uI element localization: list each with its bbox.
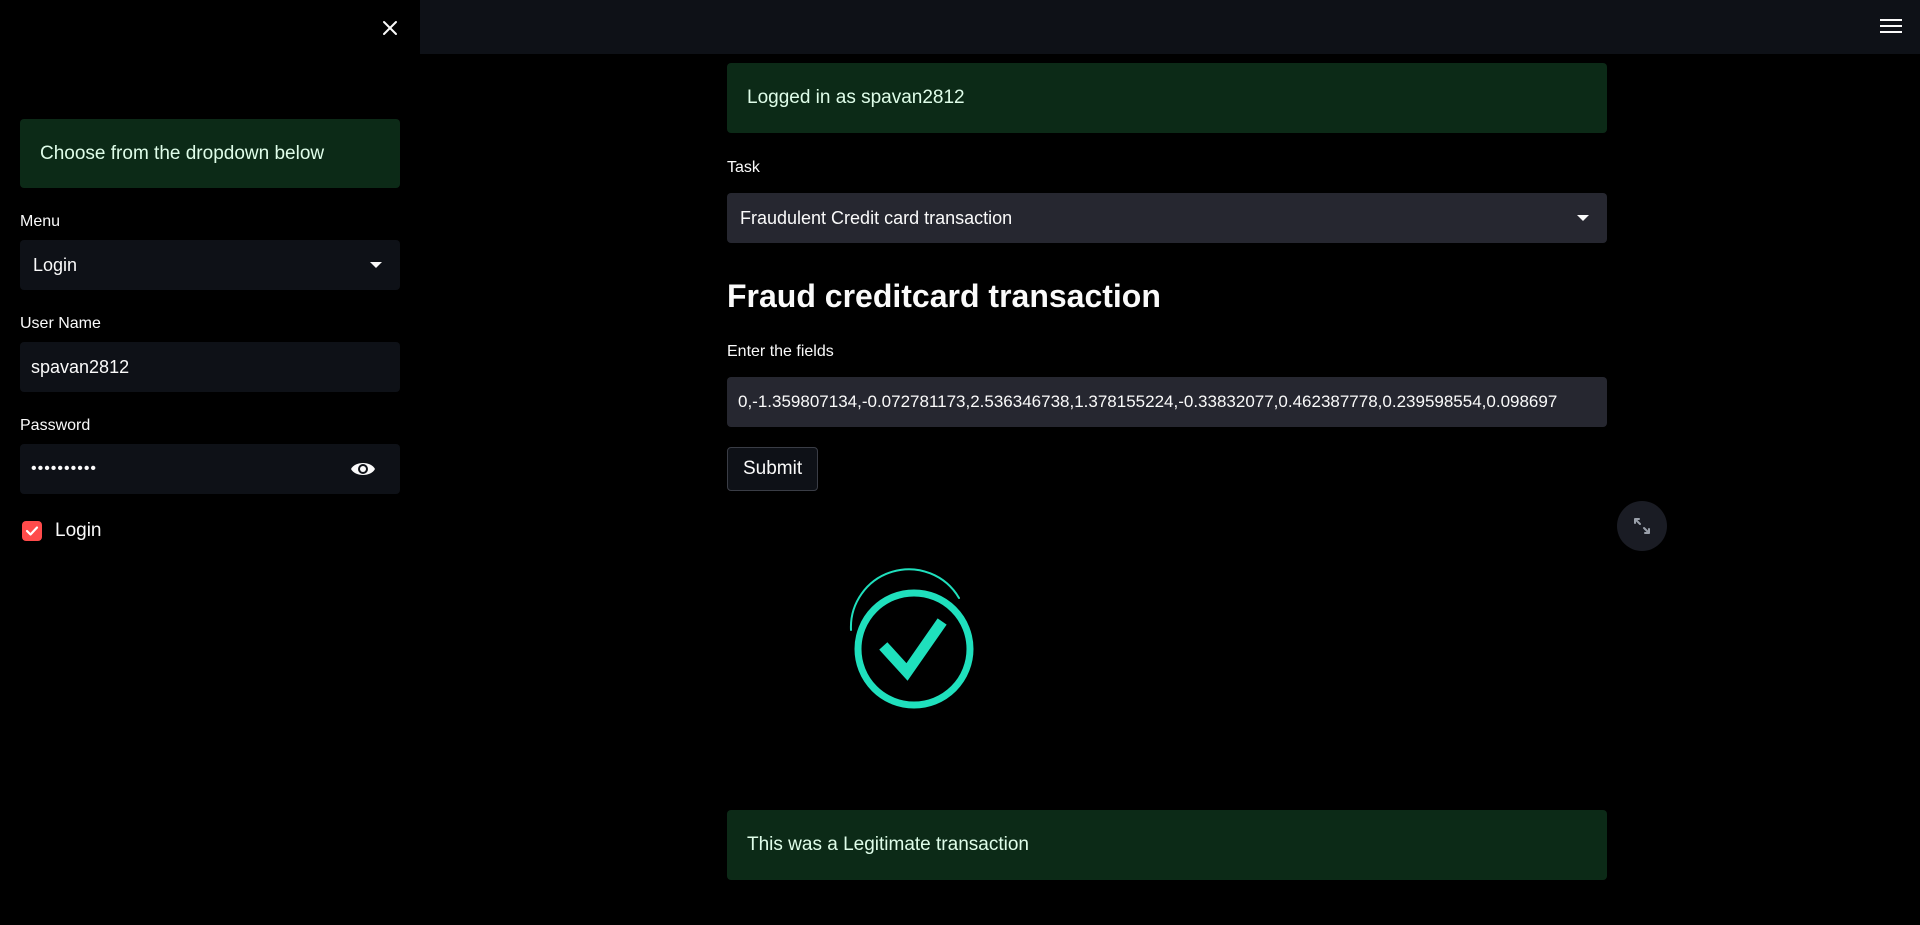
fields-input-wrapper bbox=[727, 377, 1607, 427]
login-checkbox[interactable] bbox=[22, 521, 42, 541]
logged-in-text: Logged in as spavan2812 bbox=[747, 87, 965, 108]
password-field-wrapper bbox=[20, 444, 400, 494]
close-icon bbox=[383, 21, 397, 35]
fields-input[interactable] bbox=[727, 377, 1607, 427]
result-text: This was a Legitimate transaction bbox=[747, 834, 1029, 855]
chevron-down-icon bbox=[370, 262, 382, 268]
main-content: Logged in as spavan2812 Task Fraudulent … bbox=[727, 63, 1607, 491]
close-sidebar-button[interactable] bbox=[376, 14, 404, 42]
menu-label: Menu bbox=[20, 213, 61, 230]
fields-label: Enter the fields bbox=[727, 343, 834, 360]
page-title: Fraud creditcard transaction bbox=[727, 278, 1161, 314]
password-label: Password bbox=[20, 417, 91, 434]
app-header bbox=[420, 0, 1920, 54]
fullscreen-button[interactable] bbox=[1617, 501, 1667, 551]
eye-icon[interactable] bbox=[350, 458, 376, 480]
chevron-down-icon bbox=[1577, 215, 1589, 221]
sidebar-info-message: Choose from the dropdown below bbox=[20, 119, 400, 188]
menu-select[interactable]: Login bbox=[20, 240, 400, 290]
username-label: User Name bbox=[20, 315, 101, 332]
sidebar-info-text: Choose from the dropdown below bbox=[40, 142, 325, 164]
menu-select-value: Login bbox=[33, 254, 78, 275]
hamburger-menu-icon[interactable] bbox=[1880, 17, 1902, 35]
login-checkbox-label: Login bbox=[55, 520, 102, 541]
checkmark-icon bbox=[25, 526, 39, 536]
success-animation bbox=[727, 510, 1087, 790]
username-field-wrapper bbox=[20, 342, 400, 392]
task-select[interactable]: Fraudulent Credit card transaction bbox=[727, 193, 1607, 243]
login-checkbox-row[interactable]: Login bbox=[20, 519, 400, 543]
task-label: Task bbox=[727, 159, 760, 176]
submit-button[interactable]: Submit bbox=[727, 447, 819, 491]
logged-in-message: Logged in as spavan2812 bbox=[727, 63, 1607, 133]
username-input[interactable] bbox=[20, 342, 400, 392]
password-input[interactable] bbox=[20, 444, 400, 494]
sidebar: Choose from the dropdown below Menu Logi… bbox=[0, 0, 420, 925]
fullscreen-icon bbox=[1634, 518, 1650, 534]
task-select-value: Fraudulent Credit card transaction bbox=[740, 207, 1013, 228]
result-message: This was a Legitimate transaction bbox=[727, 810, 1607, 880]
success-check-icon bbox=[849, 568, 974, 709]
